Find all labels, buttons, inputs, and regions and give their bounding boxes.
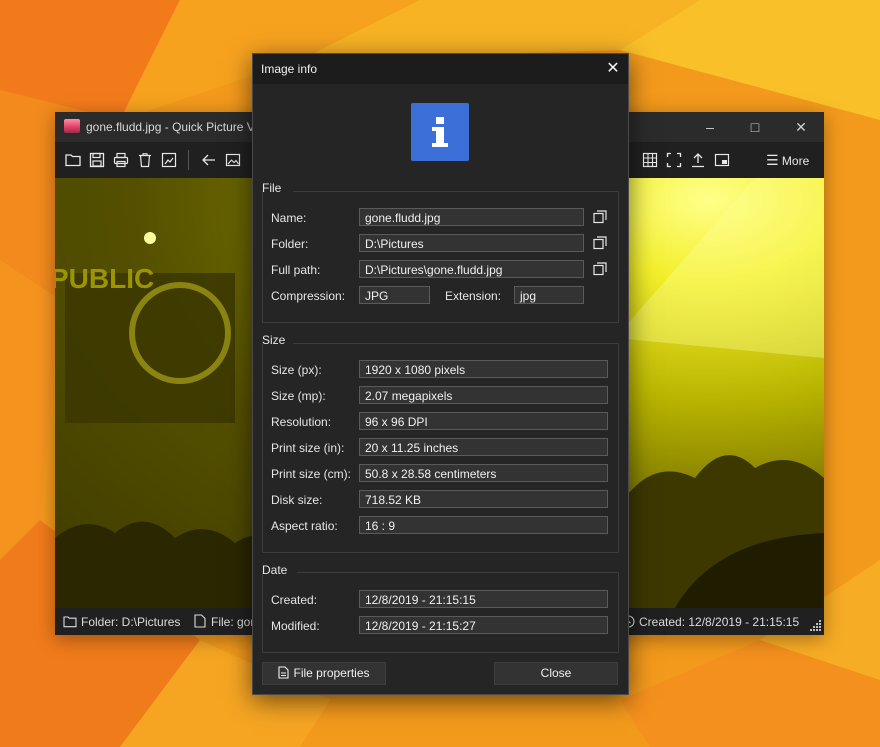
image-info-dialog: Image info ✕ File Name: gone.fludd.jpg F… [252, 53, 629, 695]
app-icon [64, 119, 80, 133]
grid-icon[interactable] [642, 152, 658, 168]
compression-field[interactable]: JPG [359, 286, 430, 304]
print-size-cm-field[interactable]: 50.8 x 28.58 centimeters [359, 464, 608, 482]
hamburger-menu-icon: ☰ [766, 152, 779, 168]
share-upload-icon[interactable] [690, 152, 706, 168]
size-px-label: Size (px): [271, 363, 322, 377]
size-mp-field[interactable]: 2.07 megapixels [359, 386, 608, 404]
file-group-divider [293, 191, 618, 192]
print-size-in-label: Print size (in): [271, 441, 345, 455]
print-icon[interactable] [113, 152, 129, 168]
full-path-label: Full path: [271, 263, 321, 277]
more-button-label: More [781, 154, 810, 168]
minimize-icon[interactable]: – [687, 112, 733, 142]
dialog-close-icon[interactable]: ✕ [598, 54, 628, 84]
size-group-divider [293, 343, 618, 344]
resize-grip-icon[interactable] [810, 619, 822, 631]
status-folder: Folder: D:\Pictures [81, 615, 181, 629]
close-button[interactable]: Close [494, 662, 618, 685]
modified-label: Modified: [271, 619, 320, 633]
extension-label: Extension: [445, 289, 502, 303]
extension-field[interactable]: jpg [514, 286, 584, 304]
aspect-ratio-field[interactable]: 16 : 9 [359, 516, 608, 534]
copy-icon[interactable] [593, 262, 607, 276]
dialog-titlebar: Image info ✕ [253, 54, 628, 84]
date-group-label: Date [262, 563, 288, 577]
folder-field[interactable]: D:\Pictures [359, 234, 584, 252]
file-properties-label: File properties [293, 666, 370, 680]
more-menu-button[interactable]: ☰ More [766, 152, 809, 169]
open-folder-icon[interactable] [65, 152, 81, 168]
disk-size-label: Disk size: [271, 493, 323, 507]
date-group-divider [297, 572, 618, 573]
image-icon[interactable] [225, 152, 241, 168]
name-field[interactable]: gone.fludd.jpg [359, 208, 584, 226]
full-path-field[interactable]: D:\Pictures\gone.fludd.jpg [359, 260, 584, 278]
folder-label: Folder: [271, 237, 309, 251]
previous-arrow-icon[interactable] [201, 152, 217, 168]
close-window-icon[interactable]: ✕ [778, 112, 824, 142]
delete-icon[interactable] [137, 152, 153, 168]
date-group-box [262, 572, 619, 653]
copy-icon[interactable] [593, 210, 607, 224]
viewer-window-title: gone.fludd.jpg - Quick Picture V [86, 120, 255, 134]
toolbar-separator [188, 150, 189, 170]
created-field[interactable]: 12/8/2019 - 21:15:15 [359, 590, 608, 608]
name-label: Name: [271, 211, 307, 225]
size-group-label: Size [262, 333, 286, 347]
modified-field[interactable]: 12/8/2019 - 21:15:27 [359, 616, 608, 634]
set-wallpaper-icon[interactable] [161, 152, 177, 168]
size-mp-label: Size (mp): [271, 389, 326, 403]
status-file: File: gor [211, 615, 255, 629]
aspect-ratio-label: Aspect ratio: [271, 519, 338, 533]
file-properties-icon [278, 666, 290, 679]
size-px-field[interactable]: 1920 x 1080 pixels [359, 360, 608, 378]
created-label: Created: [271, 593, 318, 607]
file-group-label: File [262, 181, 282, 195]
file-properties-button[interactable]: File properties [262, 662, 386, 685]
print-size-cm-label: Print size (cm): [271, 467, 352, 481]
disk-size-field[interactable]: 718.52 KB [359, 490, 608, 508]
info-icon [411, 103, 469, 161]
dialog-title: Image info [261, 62, 318, 76]
resolution-label: Resolution: [271, 415, 332, 429]
file-status-icon [194, 614, 206, 628]
save-icon[interactable] [89, 152, 105, 168]
picture-in-picture-icon[interactable] [714, 152, 730, 168]
banner-text: PUBLIC [55, 263, 154, 294]
compression-label: Compression: [271, 289, 346, 303]
print-size-in-field[interactable]: 20 x 11.25 inches [359, 438, 608, 456]
resolution-field[interactable]: 96 x 96 DPI [359, 412, 608, 430]
status-created: Created: 12/8/2019 - 21:15:15 [639, 615, 800, 629]
maximize-icon[interactable]: □ [732, 112, 778, 142]
folder-status-icon [63, 616, 77, 628]
copy-icon[interactable] [593, 236, 607, 250]
fullscreen-icon[interactable] [666, 152, 682, 168]
